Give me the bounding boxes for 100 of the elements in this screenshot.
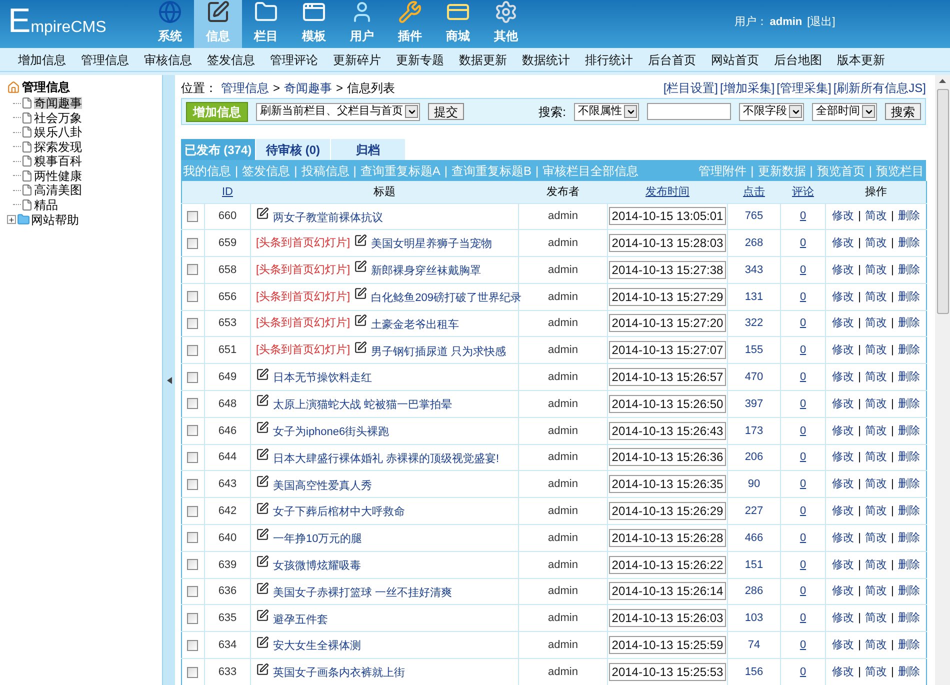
action-link[interactable]: 简改 — [865, 262, 887, 278]
action-link[interactable]: 删除 — [898, 583, 920, 600]
action-link[interactable]: 删除 — [898, 288, 920, 306]
comments-link[interactable]: 0 — [800, 638, 806, 651]
menu-item[interactable]: 审核信息 — [144, 50, 192, 68]
title-link[interactable]: 日本大肆盛行裸体婚礼 赤裸裸的顶级视觉盛宴! — [273, 450, 500, 468]
time-field[interactable]: 2014-10-13 15:27:29 — [608, 288, 726, 306]
tree-root[interactable]: 管理信息 — [22, 78, 70, 96]
search-button[interactable]: 搜索 — [885, 103, 921, 120]
row-checkbox[interactable] — [187, 372, 198, 383]
action-link[interactable]: 简改 — [865, 556, 887, 573]
comments-link[interactable]: 0 — [800, 264, 806, 276]
scrollbar[interactable] — [935, 75, 950, 685]
time-field[interactable]: 2014-10-13 15:26:36 — [608, 448, 726, 466]
action-link[interactable]: 删除 — [898, 664, 920, 680]
tree-item[interactable]: 社会万象 — [34, 112, 82, 124]
action-link[interactable]: 修改 — [832, 208, 854, 225]
time-field[interactable]: 2014-10-13 15:26:28 — [608, 528, 726, 547]
row-checkbox[interactable] — [187, 318, 198, 330]
action-link[interactable]: 删除 — [898, 449, 920, 466]
action-link[interactable]: 修改 — [832, 262, 854, 278]
action-link[interactable]: 修改 — [832, 530, 854, 546]
action-link[interactable]: 修改 — [832, 476, 854, 493]
action-link[interactable]: 简改 — [865, 502, 887, 520]
breadcrumb-link[interactable]: 管理信息 — [221, 79, 269, 97]
action-link[interactable]: 修改 — [832, 583, 854, 600]
menu-item[interactable]: 管理信息 — [81, 50, 129, 68]
comments-link[interactable]: 0 — [800, 504, 806, 517]
top-link[interactable]: [刷新所有信息JS] — [833, 79, 926, 97]
action-link[interactable]: 删除 — [898, 502, 920, 520]
menu-item[interactable]: 签发信息 — [207, 50, 255, 68]
time-select[interactable]: 全部时间 — [812, 102, 877, 120]
comments-link[interactable]: 0 — [800, 424, 806, 437]
action-link[interactable]: 删除 — [898, 234, 920, 252]
logout-link[interactable]: [退出] — [807, 14, 836, 31]
action-link[interactable]: 删除 — [898, 396, 920, 412]
status-tab[interactable]: 归档 — [331, 139, 405, 160]
action-link[interactable]: 删除 — [898, 530, 920, 546]
action-link[interactable]: 修改 — [832, 556, 854, 573]
column-header[interactable]: 点击 — [728, 181, 780, 203]
action-link[interactable]: 删除 — [898, 610, 920, 627]
menu-item[interactable]: 管理评论 — [270, 50, 318, 68]
menu-item[interactable]: 增加信息 — [18, 50, 66, 68]
search-field[interactable] — [647, 103, 731, 120]
action-link[interactable]: 简改 — [865, 664, 887, 680]
action-link[interactable]: 修改 — [832, 610, 854, 627]
action-link[interactable]: 删除 — [898, 368, 920, 386]
title-link[interactable]: 美国女明星养狮子当宠物 — [371, 236, 492, 253]
time-field[interactable]: 2014-10-13 15:27:07 — [608, 341, 726, 360]
menu-item[interactable]: 网站首页 — [711, 50, 759, 68]
action-link[interactable]: 简改 — [865, 208, 887, 225]
action-link[interactable]: 修改 — [832, 422, 854, 440]
comments-link[interactable]: 0 — [800, 370, 806, 383]
status-tab[interactable]: 待审核 (0) — [256, 139, 330, 160]
row-checkbox[interactable] — [187, 210, 198, 222]
tree-item[interactable]: 高清美图 — [34, 184, 82, 196]
action-link[interactable]: 删除 — [898, 476, 920, 493]
menu-item[interactable]: 后台首页 — [648, 50, 696, 68]
comments-link[interactable]: 0 — [800, 236, 806, 249]
title-link[interactable]: 新郎裸身穿丝袜戴胸罩 — [371, 263, 482, 280]
action-link[interactable]: 删除 — [898, 262, 920, 278]
action-link[interactable]: 修改 — [832, 449, 854, 466]
comments-link[interactable]: 0 — [800, 666, 806, 678]
comments-link[interactable]: 0 — [800, 558, 806, 570]
action-link[interactable]: 简改 — [865, 234, 887, 252]
comments-link[interactable]: 0 — [800, 210, 806, 222]
time-field[interactable]: 2014-10-13 15:26:57 — [608, 368, 726, 386]
breadcrumb-link[interactable]: 奇闻趣事 — [284, 79, 332, 97]
time-field[interactable]: 2014-10-15 13:05:01 — [608, 207, 726, 226]
row-checkbox[interactable] — [187, 559, 198, 570]
title-link[interactable]: 英国女子画条内衣裤就上街 — [273, 665, 405, 682]
title-link[interactable]: 白化鲶鱼209磅打破了世界纪录 — [371, 290, 522, 307]
action-link[interactable]: 修改 — [832, 396, 854, 412]
tree-item[interactable]: 精品 — [34, 198, 58, 211]
row-checkbox[interactable] — [187, 452, 198, 464]
action-link[interactable]: 简改 — [865, 342, 887, 359]
tree-item[interactable]: 奇闻趣事 — [34, 97, 82, 110]
title-link[interactable]: 日本无节操饮料走红 — [273, 370, 372, 387]
action-link[interactable]: 删除 — [898, 422, 920, 440]
action-link[interactable]: 简改 — [865, 368, 887, 386]
comments-link[interactable]: 0 — [800, 344, 806, 356]
time-field[interactable]: 2014-10-13 15:28:03 — [608, 234, 726, 252]
row-checkbox[interactable] — [187, 264, 198, 276]
top-link[interactable]: [栏目设置] — [663, 79, 718, 97]
title-link[interactable]: 两女子教堂前裸体抗议 — [273, 210, 383, 226]
tree-item[interactable]: 探索发现 — [34, 140, 82, 153]
action-link[interactable]: 删除 — [898, 636, 920, 654]
time-field[interactable]: 2014-10-13 15:26:35 — [608, 475, 726, 494]
menu-item[interactable]: 版本更新 — [837, 50, 885, 68]
time-field[interactable]: 2014-10-13 15:27:38 — [608, 260, 726, 279]
row-checkbox[interactable] — [187, 640, 198, 651]
action-link[interactable]: 修改 — [832, 288, 854, 306]
title-link[interactable]: 安大女生全裸体测 — [273, 638, 361, 655]
action-link[interactable]: 简改 — [865, 449, 887, 466]
action-link[interactable]: 修改 — [832, 502, 854, 520]
attribute-select[interactable]: 不限属性 — [574, 102, 639, 120]
title-link[interactable]: 男子钢钉插尿道 只为求快感 — [371, 344, 506, 360]
comments-link[interactable]: 0 — [800, 398, 806, 410]
title-link[interactable]: 美国高空性爱真人秀 — [273, 478, 372, 494]
action-link[interactable]: 修改 — [832, 368, 854, 386]
